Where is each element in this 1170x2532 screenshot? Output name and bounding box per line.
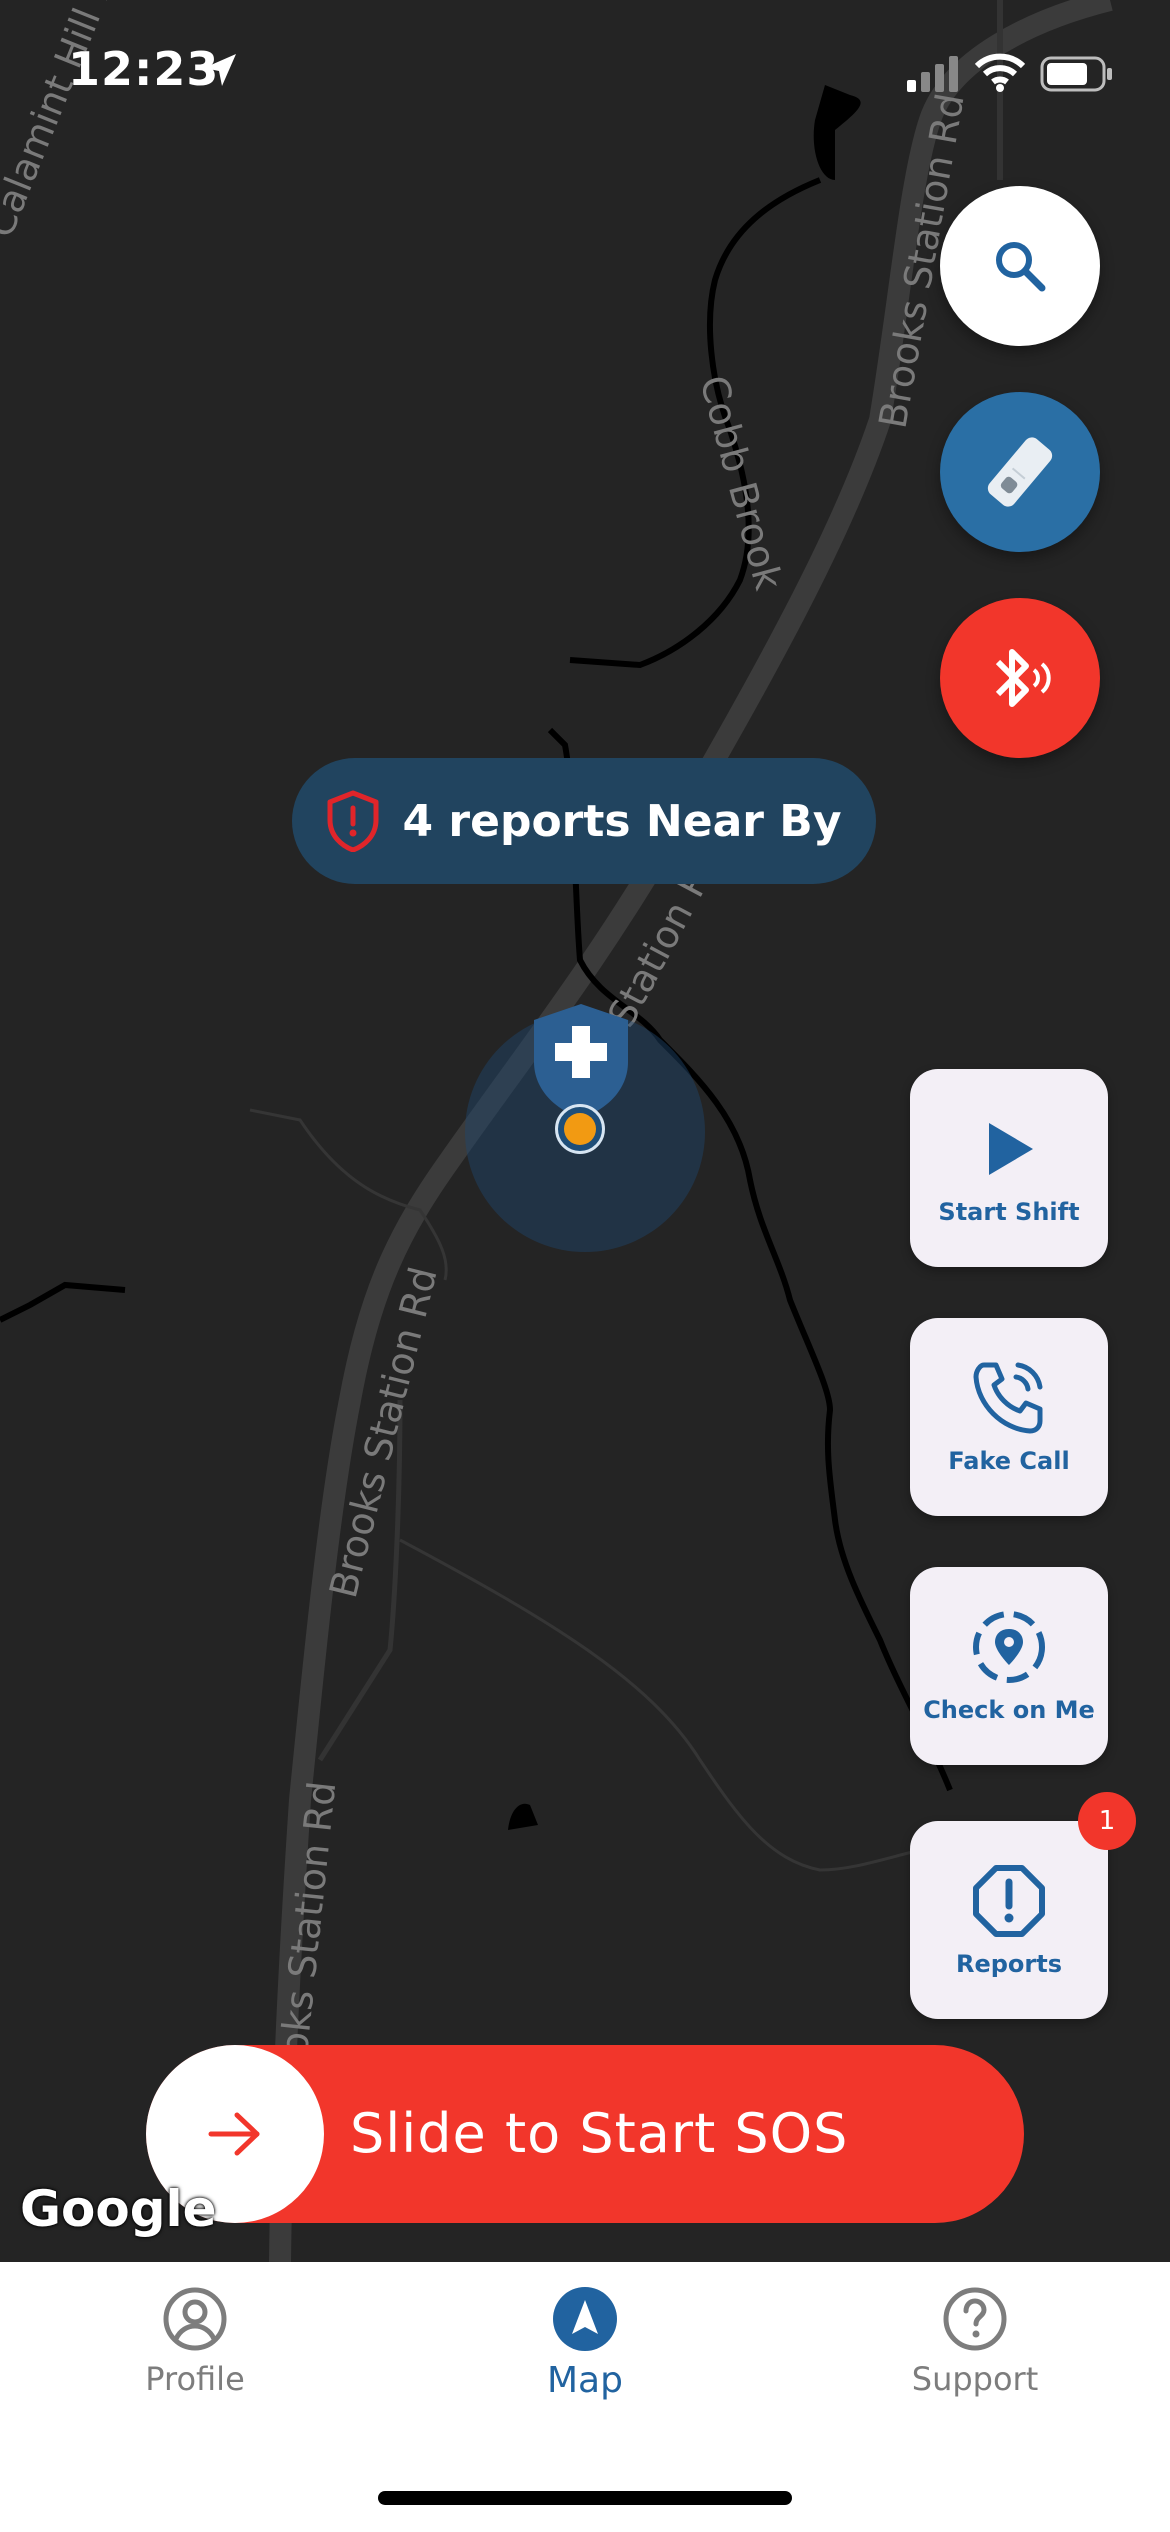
reports-nearby-text: 4 reports Near By xyxy=(402,795,842,847)
safety-device-icon xyxy=(987,437,1053,507)
help-circle-icon xyxy=(943,2287,1007,2351)
bluetooth-signal-icon xyxy=(995,649,1051,707)
google-attribution: Google xyxy=(20,2180,217,2238)
nav-tab-support[interactable]: Support xyxy=(845,2286,1105,2398)
check-on-me-button[interactable]: Check on Me xyxy=(910,1567,1108,1765)
nav-support-label: Support xyxy=(911,2360,1039,2398)
check-on-me-label: Check on Me xyxy=(923,1696,1095,1724)
start-shift-label: Start Shift xyxy=(938,1198,1080,1226)
cellular-signal-icon xyxy=(907,56,958,92)
fake-call-button[interactable]: Fake Call xyxy=(910,1318,1108,1516)
location-arrow-icon xyxy=(204,54,236,86)
battery-icon xyxy=(1040,56,1112,92)
sos-slider-label: Slide to Start SOS xyxy=(350,2102,849,2165)
start-shift-button[interactable]: Start Shift xyxy=(910,1069,1108,1267)
wifi-icon xyxy=(975,53,1025,92)
location-check-icon xyxy=(973,1611,1045,1683)
search-icon xyxy=(996,242,1046,292)
nav-tab-map[interactable]: Map xyxy=(455,2286,715,2401)
sos-slider[interactable]: Slide to Start SOS xyxy=(146,2045,1024,2223)
nav-map-label: Map xyxy=(547,2360,623,2401)
reports-button[interactable]: Reports xyxy=(910,1821,1108,2019)
bluetooth-button[interactable] xyxy=(940,598,1100,758)
nav-profile-label: Profile xyxy=(145,2360,245,2398)
app-screen: Calamint Hill Rd N Brooks Station Rd Cob… xyxy=(0,0,1170,2532)
home-indicator xyxy=(378,2491,792,2505)
navigation-arrow-icon xyxy=(553,2287,617,2351)
user-location-dot xyxy=(555,1104,605,1154)
safety-device-button[interactable] xyxy=(940,392,1100,552)
search-button[interactable] xyxy=(940,186,1100,346)
arrow-right-icon xyxy=(208,2112,260,2156)
status-time: 12:23 xyxy=(68,42,220,96)
reports-label: Reports xyxy=(955,1950,1063,1978)
nav-tab-profile[interactable]: Profile xyxy=(65,2286,325,2398)
phone-ringing-icon xyxy=(973,1362,1043,1434)
shield-alert-icon xyxy=(327,790,379,852)
reports-count-badge: 1 xyxy=(1078,1792,1136,1850)
play-icon xyxy=(989,1123,1033,1175)
reports-nearby-banner[interactable]: 4 reports Near By xyxy=(292,758,876,884)
fake-call-label: Fake Call xyxy=(948,1447,1070,1475)
user-location-dot-core xyxy=(564,1113,596,1145)
alert-octagon-icon xyxy=(973,1865,1045,1937)
profile-icon xyxy=(163,2287,227,2351)
